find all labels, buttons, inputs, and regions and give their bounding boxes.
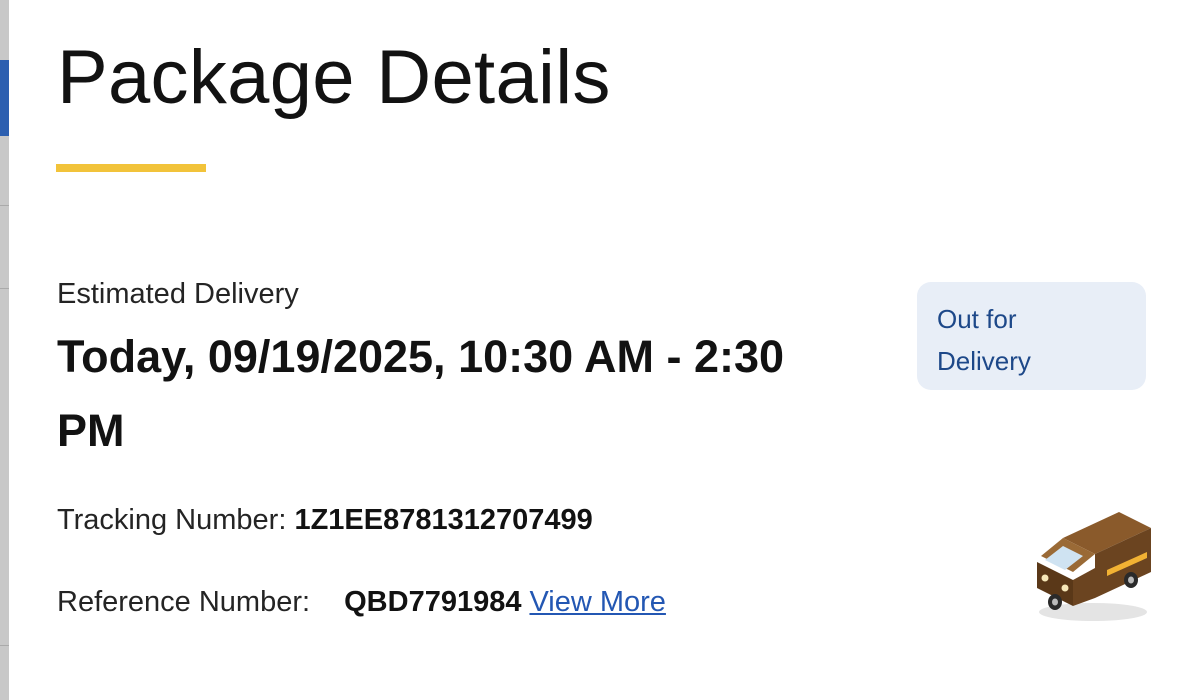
reference-number-value: QBD7791984 (344, 586, 522, 618)
reference-number-label: Reference Number: (57, 586, 311, 618)
reference-number-row: Reference Number: QBD7791984 View More (57, 586, 666, 619)
left-rail-divider (0, 205, 9, 206)
view-more-link[interactable]: View More (529, 586, 665, 618)
tracking-number-label: Tracking Number: (57, 504, 287, 536)
estimated-delivery-label: Estimated Delivery (57, 278, 299, 310)
status-badge: Out for Delivery (917, 282, 1146, 390)
left-rail-divider (0, 288, 9, 289)
tracking-number-value: 1Z1EE8781312707499 (294, 504, 593, 536)
tracking-number-row: Tracking Number: 1Z1EE8781312707499 (57, 504, 593, 537)
left-rail-divider (0, 645, 9, 646)
delivery-truck-icon (1037, 512, 1151, 621)
estimated-delivery-value: Today, 09/19/2025, 10:30 AM - 2:30 PM (57, 331, 785, 456)
left-rail-highlight (0, 60, 9, 136)
title-accent-underline (56, 164, 206, 172)
status-badge-text: Out for Delivery (937, 304, 1031, 376)
page-title: Package Details (57, 35, 611, 120)
package-details-panel: Package Details Estimated Delivery Today… (9, 0, 1204, 700)
left-rail (0, 0, 9, 700)
